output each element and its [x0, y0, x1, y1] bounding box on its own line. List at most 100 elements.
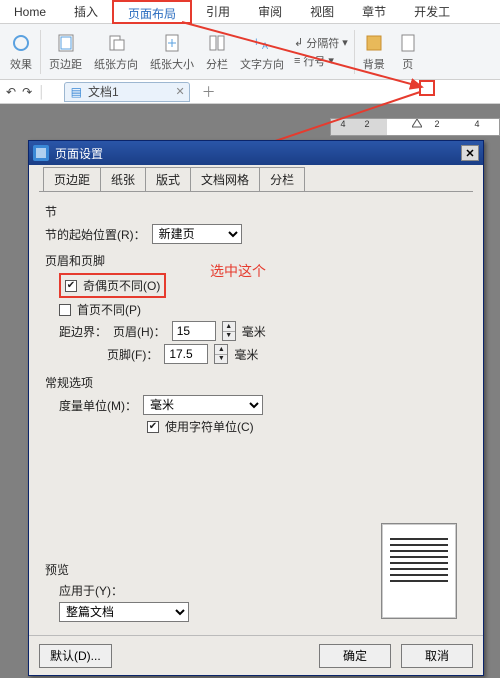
separator [40, 30, 41, 74]
new-tab-button[interactable]: ＋ [202, 82, 216, 102]
ruler-num: 4 [340, 119, 345, 129]
orientation-icon [105, 32, 127, 54]
breaks-icon: ↲ [294, 36, 303, 49]
svg-text:Ⅰ: Ⅰ [255, 37, 258, 47]
odd-even-label: 奇偶页不同(O) [83, 277, 160, 294]
group-effect[interactable]: 效果 [4, 24, 38, 79]
textdir-icon: ⅠA [251, 32, 273, 54]
effect-label: 效果 [10, 56, 32, 72]
use-char-checkbox[interactable]: ✔ [147, 421, 159, 433]
group-textdirection[interactable]: ⅠA 文字方向 [234, 24, 290, 79]
columns-label: 分栏 [206, 56, 228, 72]
header-label: 页眉(H)： [113, 323, 166, 340]
tab-underline [39, 191, 473, 192]
tab-pagelayout[interactable]: 页面布局 [112, 0, 192, 24]
first-diff-checkbox[interactable] [59, 304, 71, 316]
background-icon [363, 32, 385, 54]
tab-review[interactable]: 审阅 [244, 0, 296, 24]
undo-button[interactable]: ↶ [6, 85, 16, 99]
tab-insert[interactable]: 插入 [60, 0, 112, 24]
measure-select[interactable]: 毫米 [143, 395, 263, 415]
use-char-label: 使用字符单位(C) [165, 418, 254, 435]
tab-margins[interactable]: 页边距 [43, 167, 101, 191]
linenum-icon: ≡ [294, 55, 300, 67]
dialog-titlebar[interactable]: 页面设置 ✕ [29, 141, 483, 165]
close-button[interactable]: ✕ [461, 145, 479, 161]
ok-button[interactable]: 确定 [319, 644, 391, 668]
dialog-footer: 默认(D)... 确定 取消 [29, 635, 483, 675]
section-group-label: 节 [45, 203, 467, 220]
svg-text:A: A [262, 41, 268, 51]
bg-label: 背景 [363, 56, 385, 72]
tab-sections[interactable]: 章节 [348, 0, 400, 24]
horizontal-ruler[interactable]: 4 2 2 4 [330, 118, 500, 136]
general-group-label: 常规选项 [45, 374, 467, 391]
ruler-num: 2 [364, 119, 369, 129]
redo-button[interactable]: ↷ [22, 85, 32, 99]
tab-columns[interactable]: 分栏 [260, 167, 305, 191]
footer-spin-buttons[interactable]: ▲▼ [214, 344, 228, 364]
tab-docgrid[interactable]: 文档网格 [191, 167, 260, 191]
textdir-label: 文字方向 [240, 56, 284, 72]
section-start-label: 节的起始位置(R)： [45, 226, 146, 243]
group-background[interactable]: 背景 [357, 24, 391, 79]
apply-to-select[interactable]: 整篇文档 [59, 602, 189, 622]
linenum-label: 行号 [303, 53, 325, 69]
separator [354, 30, 355, 74]
group-breaks-linenum: ↲分隔符▾ ≡行号▾ [290, 24, 352, 79]
linenum-button[interactable]: ≡行号▾ [294, 53, 348, 69]
header-spin-buttons[interactable]: ▲▼ [222, 321, 236, 341]
dialog-launcher-highlight [419, 80, 435, 96]
first-diff-label: 首页不同(P) [77, 301, 141, 318]
page-icon [397, 32, 419, 54]
group-orientation[interactable]: 纸张方向 [88, 24, 144, 79]
app-icon [33, 145, 49, 161]
papersize-icon [161, 32, 183, 54]
page-preview [381, 523, 457, 619]
ruler-num: 4 [474, 119, 479, 129]
dialog-tabs: 页边距 纸张 版式 文档网格 分栏 [29, 165, 483, 191]
group-columns[interactable]: 分栏 [200, 24, 234, 79]
distance-label: 距边界： [59, 323, 107, 340]
group-page[interactable]: 页 [391, 24, 419, 79]
header-unit: 毫米 [242, 323, 266, 340]
measure-label: 度量单位(M)： [59, 397, 137, 414]
breaks-label: 分隔符 [306, 35, 339, 51]
dialog-title: 页面设置 [55, 145, 103, 162]
footer-spin[interactable] [164, 344, 208, 364]
size-label: 纸张大小 [150, 56, 194, 72]
footer-label: 页脚(F)： [107, 346, 158, 363]
doc-tab-label: 文档1 [88, 83, 119, 100]
qat-sep: │ [38, 85, 46, 99]
group-papersize[interactable]: 纸张大小 [144, 24, 200, 79]
section-start-select[interactable]: 新建页 [152, 224, 242, 244]
ruler-num: 2 [434, 119, 439, 129]
group-margins[interactable]: 页边距 [43, 24, 88, 79]
margins-icon [55, 32, 77, 54]
tab-layout[interactable]: 版式 [146, 167, 191, 191]
columns-icon [206, 32, 228, 54]
tab-view[interactable]: 视图 [296, 0, 348, 24]
indent-marker[interactable] [412, 119, 422, 129]
odd-even-checkbox[interactable]: ✔ [65, 280, 77, 292]
ribbon-tabs: Home 插入 页面布局 引用 审阅 视图 章节 开发工 [0, 0, 500, 24]
chevron-down-icon: ▾ [342, 36, 348, 49]
callout-text: 选中这个 [210, 261, 266, 281]
tab-home[interactable]: Home [0, 0, 60, 24]
page-setup-dialog: 页面设置 ✕ 页边距 纸张 版式 文档网格 分栏 节 节的起始位置(R)： 新建… [28, 140, 484, 676]
document-tab[interactable]: ▤ 文档1 ✕ [64, 82, 190, 102]
tab-developer[interactable]: 开发工 [400, 0, 464, 24]
cancel-button[interactable]: 取消 [401, 644, 473, 668]
footer-unit: 毫米 [234, 346, 258, 363]
ribbon-body: 效果 页边距 纸张方向 纸张大小 分栏 ⅠA 文字方向 ↲分隔符▾ ≡行号▾ 背… [0, 24, 500, 80]
breaks-button[interactable]: ↲分隔符▾ [294, 35, 348, 51]
default-button[interactable]: 默认(D)... [39, 644, 112, 668]
doc-icon: ▤ [71, 85, 82, 99]
header-spin[interactable] [172, 321, 216, 341]
close-icon[interactable]: ✕ [175, 85, 184, 98]
margins-label: 页边距 [49, 56, 82, 72]
orientation-label: 纸张方向 [94, 56, 138, 72]
effect-icon [10, 32, 32, 54]
tab-references[interactable]: 引用 [192, 0, 244, 24]
tab-paper[interactable]: 纸张 [101, 167, 146, 191]
